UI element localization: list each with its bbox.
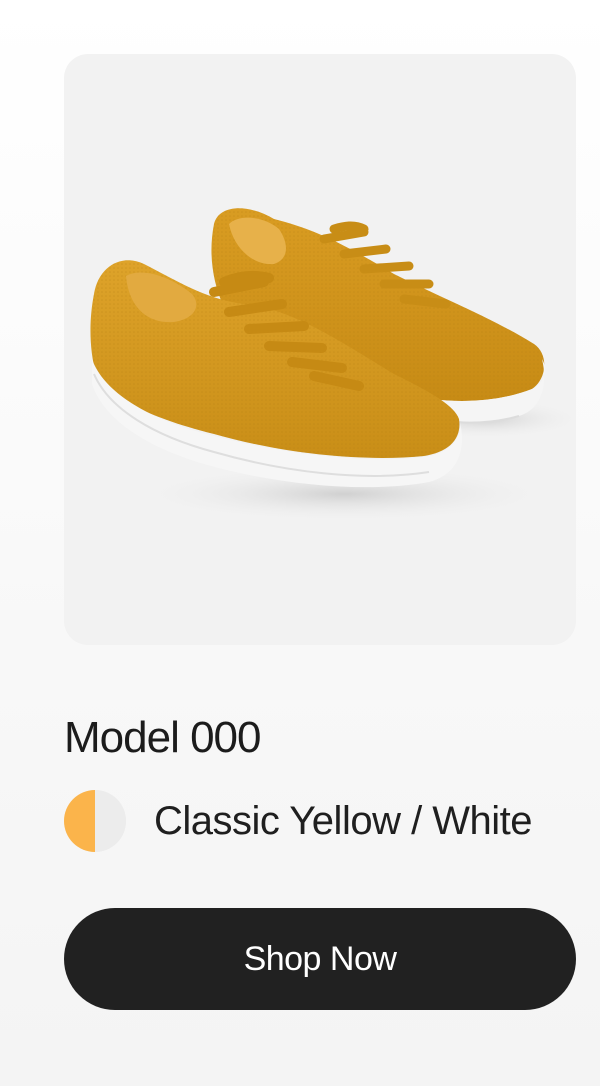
product-title: Model 000 <box>64 713 261 762</box>
color-swatch[interactable] <box>64 790 126 852</box>
color-option-row: Classic Yellow / White <box>64 790 584 852</box>
shop-now-button[interactable]: Shop Now <box>64 908 576 1010</box>
shop-now-label: Shop Now <box>243 939 397 978</box>
sneakers-image <box>90 208 576 522</box>
product-image-card[interactable] <box>64 54 576 645</box>
swatch-secondary-half <box>95 790 126 852</box>
color-name-label: Classic Yellow / White <box>154 799 533 843</box>
swatch-primary-half <box>64 790 95 852</box>
